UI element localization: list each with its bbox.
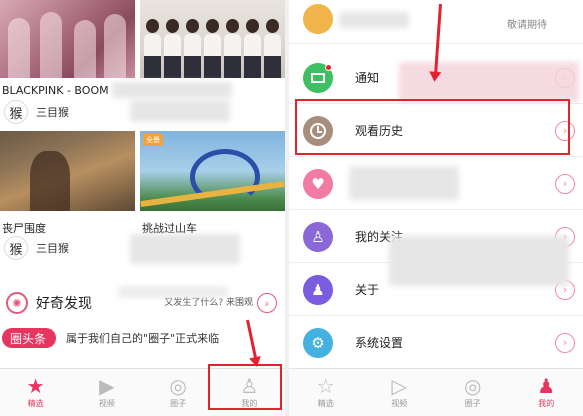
performer-figure bbox=[164, 19, 181, 78]
gear-icon: ⚙ bbox=[303, 327, 333, 358]
star-icon: ★ bbox=[26, 374, 45, 398]
performer-figure bbox=[224, 19, 241, 78]
tab-label: 圈子 bbox=[170, 399, 187, 408]
author-name: 三目猴 bbox=[36, 106, 69, 119]
circles-icon: ◎ bbox=[464, 374, 482, 398]
headline-tag: 圈头条 bbox=[2, 328, 57, 348]
tab-circles[interactable]: ◎ 圈子 bbox=[436, 369, 510, 416]
blurred-region bbox=[118, 286, 228, 298]
follow-user-icon: ♙ bbox=[303, 221, 333, 252]
envelope-icon bbox=[303, 62, 333, 93]
video-icon: ▶ bbox=[99, 374, 115, 398]
feature-icon bbox=[303, 4, 333, 34]
menu-label: 系统设置 bbox=[355, 336, 404, 350]
performer-figure bbox=[104, 14, 126, 78]
video-thumbnail-zombie[interactable] bbox=[0, 131, 135, 211]
performer-figure bbox=[184, 19, 201, 78]
user-icon: ♟ bbox=[303, 274, 333, 305]
notification-dot bbox=[325, 63, 332, 71]
headline-text[interactable]: 属于我们自己的"圈子"正式来临 bbox=[66, 330, 266, 346]
chevron-right-icon: › bbox=[555, 173, 575, 194]
tab-mine[interactable]: ♟ 我的 bbox=[510, 369, 583, 416]
menu-settings[interactable]: ⚙ 系统设置 › bbox=[289, 317, 583, 369]
blurred-region bbox=[112, 82, 232, 98]
discovery-icon: ✺ bbox=[6, 292, 28, 314]
video-thumbnail-group[interactable] bbox=[140, 0, 285, 78]
blurred-region bbox=[339, 12, 409, 28]
blurred-region bbox=[130, 234, 240, 264]
section-title: 好奇发现 bbox=[36, 296, 92, 312]
zombie-figure bbox=[30, 151, 70, 211]
performer-figure bbox=[74, 20, 96, 78]
tab-label: 圈子 bbox=[464, 399, 481, 408]
heart-icon: ♥ bbox=[303, 168, 333, 199]
star-icon: ☆ bbox=[316, 374, 335, 398]
chevron-right-icon: › bbox=[555, 332, 575, 353]
bottom-tab-bar: ☆ 精选 ▷ 视频 ◎ 圈子 ♟ 我的 bbox=[289, 368, 583, 416]
circles-icon: ◎ bbox=[169, 374, 187, 398]
performer-figure bbox=[204, 19, 221, 78]
performer-figure bbox=[144, 19, 161, 78]
panorama-badge: 全景 bbox=[143, 134, 163, 146]
performer-figure bbox=[40, 12, 62, 78]
video-thumbnail-blackpink[interactable] bbox=[0, 0, 135, 78]
video-title[interactable]: 丧尸围度 bbox=[2, 220, 46, 236]
menu-label: 关于 bbox=[355, 283, 380, 297]
avatar: 猴 bbox=[4, 236, 28, 260]
video-author[interactable]: 猴 三目猴 bbox=[4, 100, 69, 124]
tab-label: 精选 bbox=[27, 399, 44, 408]
video-title[interactable]: BLACKPINK - BOOM bbox=[2, 84, 109, 97]
blurred-region bbox=[389, 236, 569, 286]
performer-figure bbox=[264, 19, 281, 78]
annotation-highlight-box bbox=[208, 364, 282, 410]
tab-video[interactable]: ▷ 视频 bbox=[363, 369, 437, 416]
screenshot-root: BLACKPINK - BOOM 猴 三目猴 全景 丧尸围度 挑战过山车 猴 三… bbox=[0, 0, 583, 416]
chevron-right-icon[interactable]: › bbox=[257, 293, 277, 313]
blurred-region bbox=[130, 100, 230, 122]
video-thumbnail-rollercoaster[interactable]: 全景 bbox=[140, 131, 285, 211]
tab-label: 视频 bbox=[391, 399, 408, 408]
avatar: 猴 bbox=[4, 100, 28, 124]
tab-label: 视频 bbox=[98, 399, 115, 408]
profile-screen: 敬请期待 通知 › 观看历史 › ♥ › ♙ 我的关注 › bbox=[289, 0, 583, 416]
headline-row[interactable]: 圈头条 属于我们自己的"圈子"正式来临 bbox=[0, 325, 285, 351]
tab-label: 精选 bbox=[317, 399, 334, 408]
video-author[interactable]: 猴 三目猴 bbox=[4, 236, 69, 260]
tab-video[interactable]: ▶ 视频 bbox=[71, 369, 142, 416]
blurred-region bbox=[349, 166, 459, 200]
blurred-region bbox=[399, 62, 579, 102]
tab-circles[interactable]: ◎ 圈子 bbox=[143, 369, 214, 416]
author-name: 三目猴 bbox=[36, 242, 69, 255]
performer-figure bbox=[8, 18, 30, 78]
tab-featured[interactable]: ★ 精选 bbox=[0, 369, 71, 416]
annotation-highlight-box bbox=[295, 99, 570, 155]
performer-figure bbox=[244, 19, 261, 78]
menu-label: 通知 bbox=[355, 71, 380, 85]
home-screen: BLACKPINK - BOOM 猴 三目猴 全景 丧尸围度 挑战过山车 猴 三… bbox=[0, 0, 285, 416]
tab-label: 我的 bbox=[538, 399, 555, 408]
tab-featured[interactable]: ☆ 精选 bbox=[289, 369, 363, 416]
video-icon: ▷ bbox=[391, 374, 407, 398]
coming-soon-text: 敬请期待 bbox=[507, 20, 547, 31]
person-icon: ♟ bbox=[537, 374, 556, 398]
